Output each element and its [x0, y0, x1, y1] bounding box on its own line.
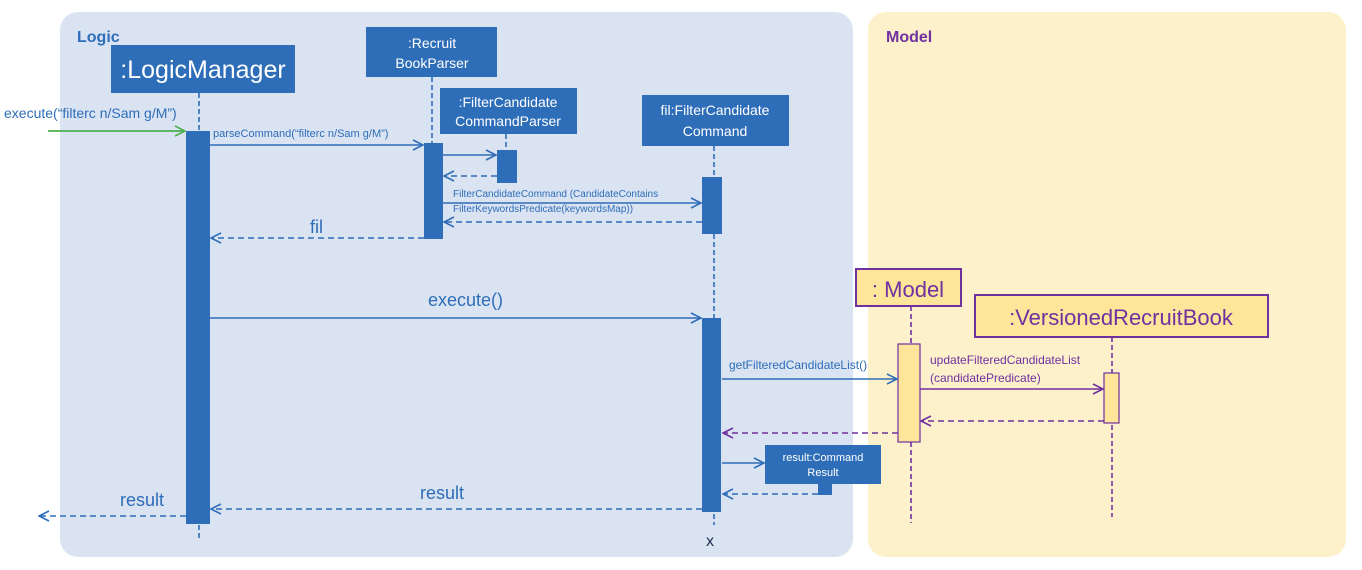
- participant-recruit-book-parser: :Recruit BookParser: [366, 27, 497, 77]
- activation-filter-candidate-command-parser: [497, 150, 517, 183]
- svg-text:Result: Result: [807, 467, 838, 479]
- return-result-out-label: result: [120, 490, 164, 510]
- get-filtered-label: getFilteredCandidateList(): [729, 358, 867, 372]
- svg-text::VersionedRecruitBook: :VersionedRecruitBook: [1009, 305, 1234, 330]
- create-command-label-line2: FilterKeywordsPredicate(keywordsMap)): [453, 204, 633, 215]
- participant-logic-manager: :LogicManager: [111, 45, 295, 93]
- sequence-diagram: Logic Model :LogicManager :Recruit BookP…: [4, 12, 1346, 557]
- svg-text:Command: Command: [683, 123, 748, 139]
- execute-label: execute(): [428, 290, 503, 310]
- logic-frame-label: Logic: [77, 29, 120, 46]
- svg-text::Recruit: :Recruit: [408, 35, 456, 51]
- update-filtered-label-line1: updateFilteredCandidateList: [930, 353, 1081, 367]
- svg-text::LogicManager: :LogicManager: [120, 56, 285, 84]
- participant-filter-candidate-command: fil:FilterCandidate Command: [642, 95, 789, 146]
- svg-text:result:Command: result:Command: [783, 452, 864, 464]
- activation-model: [897, 343, 921, 443]
- participant-model: : Model: [855, 268, 962, 307]
- svg-text:BookParser: BookParser: [395, 55, 468, 71]
- activation-command-create: [702, 177, 722, 234]
- activation-recruit-book-parser: [424, 143, 443, 239]
- activation-versioned-recruit-book: [1103, 372, 1120, 424]
- activation-command-execute: [702, 318, 721, 512]
- return-result-label: result: [420, 483, 464, 503]
- svg-text::FilterCandidate: :FilterCandidate: [459, 94, 558, 110]
- activation-logic-manager: [186, 131, 210, 524]
- update-filtered-label-line2: (candidatePredicate): [930, 371, 1041, 385]
- svg-text:: Model: : Model: [872, 277, 944, 302]
- model-frame-label: Model: [886, 29, 932, 46]
- create-command-label-line1: FilterCandidateCommand (CandidateContain…: [453, 189, 658, 200]
- svg-text:fil:FilterCandidate: fil:FilterCandidate: [661, 102, 770, 118]
- incoming-execute-label: execute(“filterc n/Sam g/M”): [4, 105, 177, 121]
- participant-versioned-recruit-book: :VersionedRecruitBook: [974, 294, 1269, 338]
- destroy-marker: x: [706, 533, 714, 550]
- return-fil-label: fil: [310, 217, 323, 237]
- parse-command-label: parseCommand(“filterc n/Sam g/M”): [213, 128, 388, 140]
- svg-text:CommandParser: CommandParser: [455, 113, 561, 129]
- participant-filter-candidate-command-parser: :FilterCandidate CommandParser: [440, 88, 577, 134]
